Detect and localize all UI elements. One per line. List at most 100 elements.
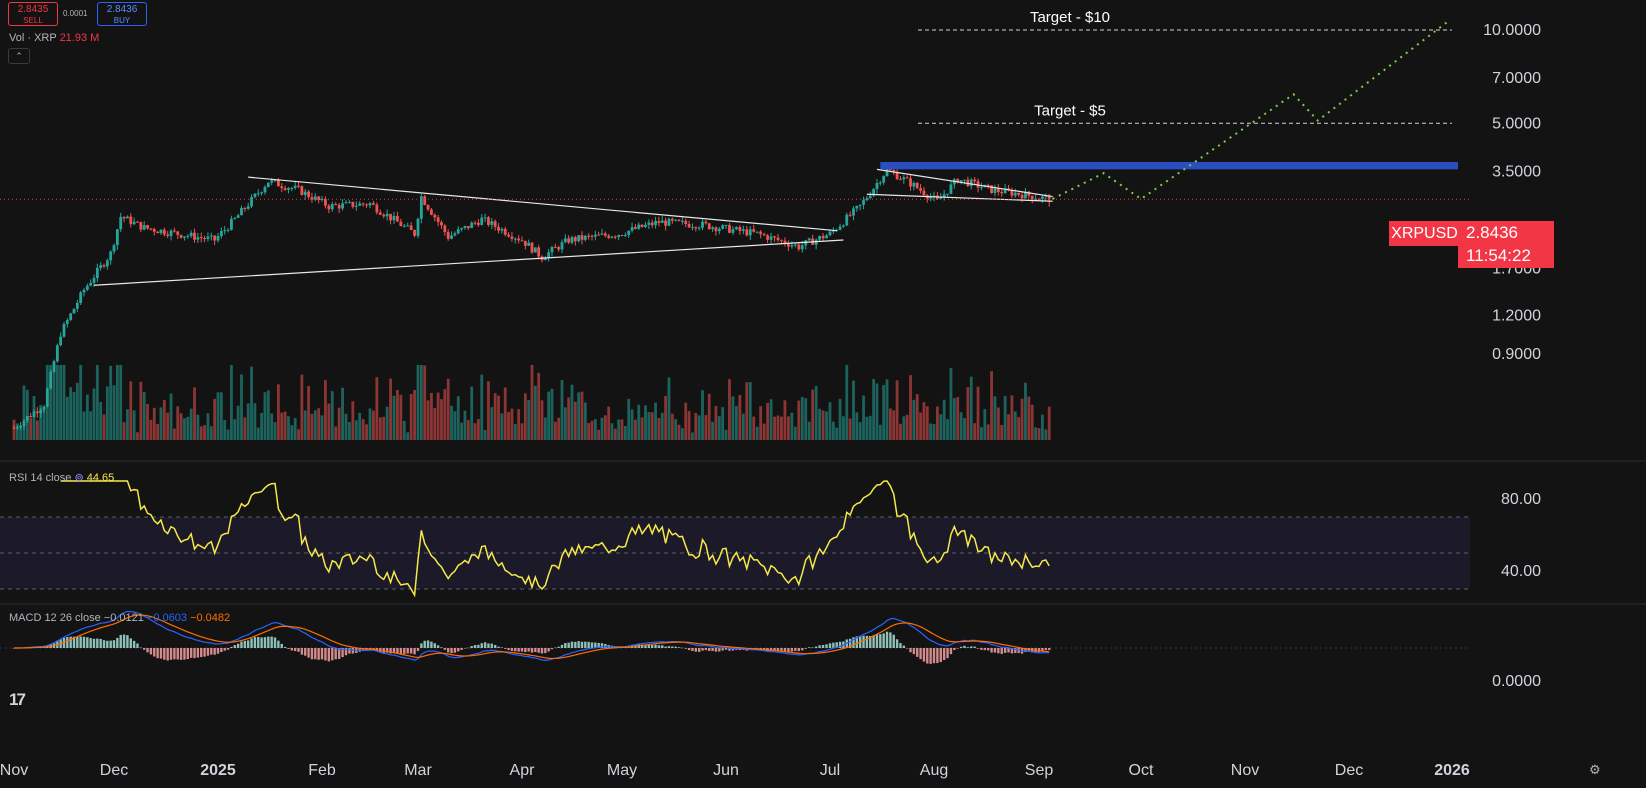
volume-bar (597, 429, 601, 440)
macd-histogram-bar (176, 648, 179, 660)
volume-bar (580, 391, 584, 440)
volume-bar (341, 387, 344, 440)
macd-histogram-bar (1044, 648, 1047, 651)
candle-body (557, 247, 561, 250)
candle-body (677, 219, 681, 221)
volume-bar (32, 396, 36, 440)
volume-bar (122, 422, 126, 440)
time-tick-label: Feb (308, 762, 336, 779)
time-tick-label: May (607, 762, 637, 779)
macd-histogram-bar (939, 648, 942, 663)
volume-bar (821, 410, 825, 440)
candle-body (510, 236, 514, 239)
projection-path (1052, 20, 1450, 201)
volume-bar (426, 400, 430, 440)
volume-bar (1003, 396, 1007, 440)
macd-histogram-bar (226, 648, 230, 650)
candle-body (674, 219, 678, 221)
candle-body (647, 222, 651, 225)
candle-body (219, 231, 223, 237)
candle-body (62, 323, 66, 337)
macd-histogram-bar (721, 648, 724, 651)
volume-bar (230, 365, 233, 440)
candle-body (560, 242, 564, 250)
last-price-tag: 2.8436 11:54:22 (1458, 221, 1554, 268)
volume-bar (69, 387, 73, 440)
candle-body (707, 223, 711, 230)
candle-body (69, 313, 73, 321)
triangle-resistance-line (248, 176, 837, 232)
volume-bar (790, 412, 794, 440)
volume-bar (697, 415, 701, 440)
candle-body (79, 292, 83, 303)
candle-body (797, 244, 801, 250)
candle-body (603, 233, 607, 236)
volume-bar (925, 406, 929, 440)
macd-histogram-bar (909, 648, 912, 653)
macd-histogram-bar (804, 648, 807, 649)
macd-histogram-bar (564, 643, 567, 648)
volume-bar (949, 368, 953, 440)
candle-body (236, 215, 240, 218)
macd-histogram-bar (203, 648, 206, 657)
macd-histogram-bar (430, 641, 433, 648)
candle-body (433, 214, 437, 218)
macd-histogram-bar (413, 648, 416, 655)
buy-button[interactable]: 2.8436 BUY (97, 2, 147, 26)
triangle-support-line (93, 239, 844, 286)
rsi-legend[interactable]: RSI 14 close ⊚ 44.65 (9, 471, 114, 484)
volume-bar (354, 420, 358, 440)
sell-button[interactable]: 2.8435 SELL (8, 2, 58, 26)
macd-histogram-bar (530, 648, 534, 653)
volume-bar (759, 406, 763, 440)
candle-body (368, 203, 372, 206)
volume-bar (139, 381, 143, 440)
volume-bar (966, 387, 970, 440)
candle-body (597, 234, 601, 236)
volume-bar (993, 396, 997, 440)
rsi-value: 44.65 (86, 472, 115, 484)
candle-body (95, 267, 99, 279)
candle-body (45, 388, 49, 407)
macd-histogram-bar (574, 641, 577, 648)
volume-bar (745, 382, 749, 440)
candle-body (902, 177, 906, 180)
rsi-tick-label: 40.00 (1501, 563, 1541, 580)
candle-body (443, 225, 447, 233)
macd-legend[interactable]: MACD 12 26 close −0.0121 −0.0603 −0.0482 (9, 612, 230, 624)
rsi-settings-icon[interactable]: ⊚ (74, 472, 83, 484)
volume-legend[interactable]: Vol · XRP 21.93 M (9, 32, 99, 44)
candle-body (307, 191, 310, 198)
macd-histogram-bar (916, 648, 919, 657)
candle-body (453, 233, 457, 236)
macd-histogram-bar (159, 648, 163, 659)
macd-histogram-bar (534, 648, 537, 653)
buy-label: BUY (113, 16, 131, 25)
candle-body (324, 198, 327, 206)
candle-body (704, 221, 708, 224)
candle-body (365, 204, 368, 206)
candle-body (657, 220, 661, 223)
candle-body (385, 213, 389, 217)
volume-bar (507, 411, 510, 440)
macd-histogram-bar (396, 648, 399, 654)
chevron-up-icon[interactable]: ⌃ (8, 48, 30, 64)
xrp-chart[interactable]: Target - $10 Target - $5 10.0000 7.0000 5.0… (0, 0, 1646, 788)
candle-body (490, 221, 494, 225)
candle-body (507, 234, 510, 237)
candle-body (670, 218, 674, 221)
settings-gear-icon[interactable]: ⚙ (1589, 762, 1601, 778)
time-tick-label: Mar (404, 762, 432, 779)
macd-histogram-bar (166, 648, 169, 661)
candle-body (855, 205, 859, 209)
candle-body (99, 265, 103, 268)
candle-body (260, 192, 264, 194)
volume-bar (243, 417, 247, 440)
candle-body (807, 238, 811, 241)
volume-bar (453, 411, 457, 440)
volume-bar (75, 382, 79, 440)
tradingview-logo-icon[interactable]: 17 (9, 690, 26, 710)
macd-histogram-bar (493, 644, 497, 648)
rsi-label: RSI 14 close (9, 472, 72, 484)
time-tick-label: Oct (1129, 762, 1154, 779)
